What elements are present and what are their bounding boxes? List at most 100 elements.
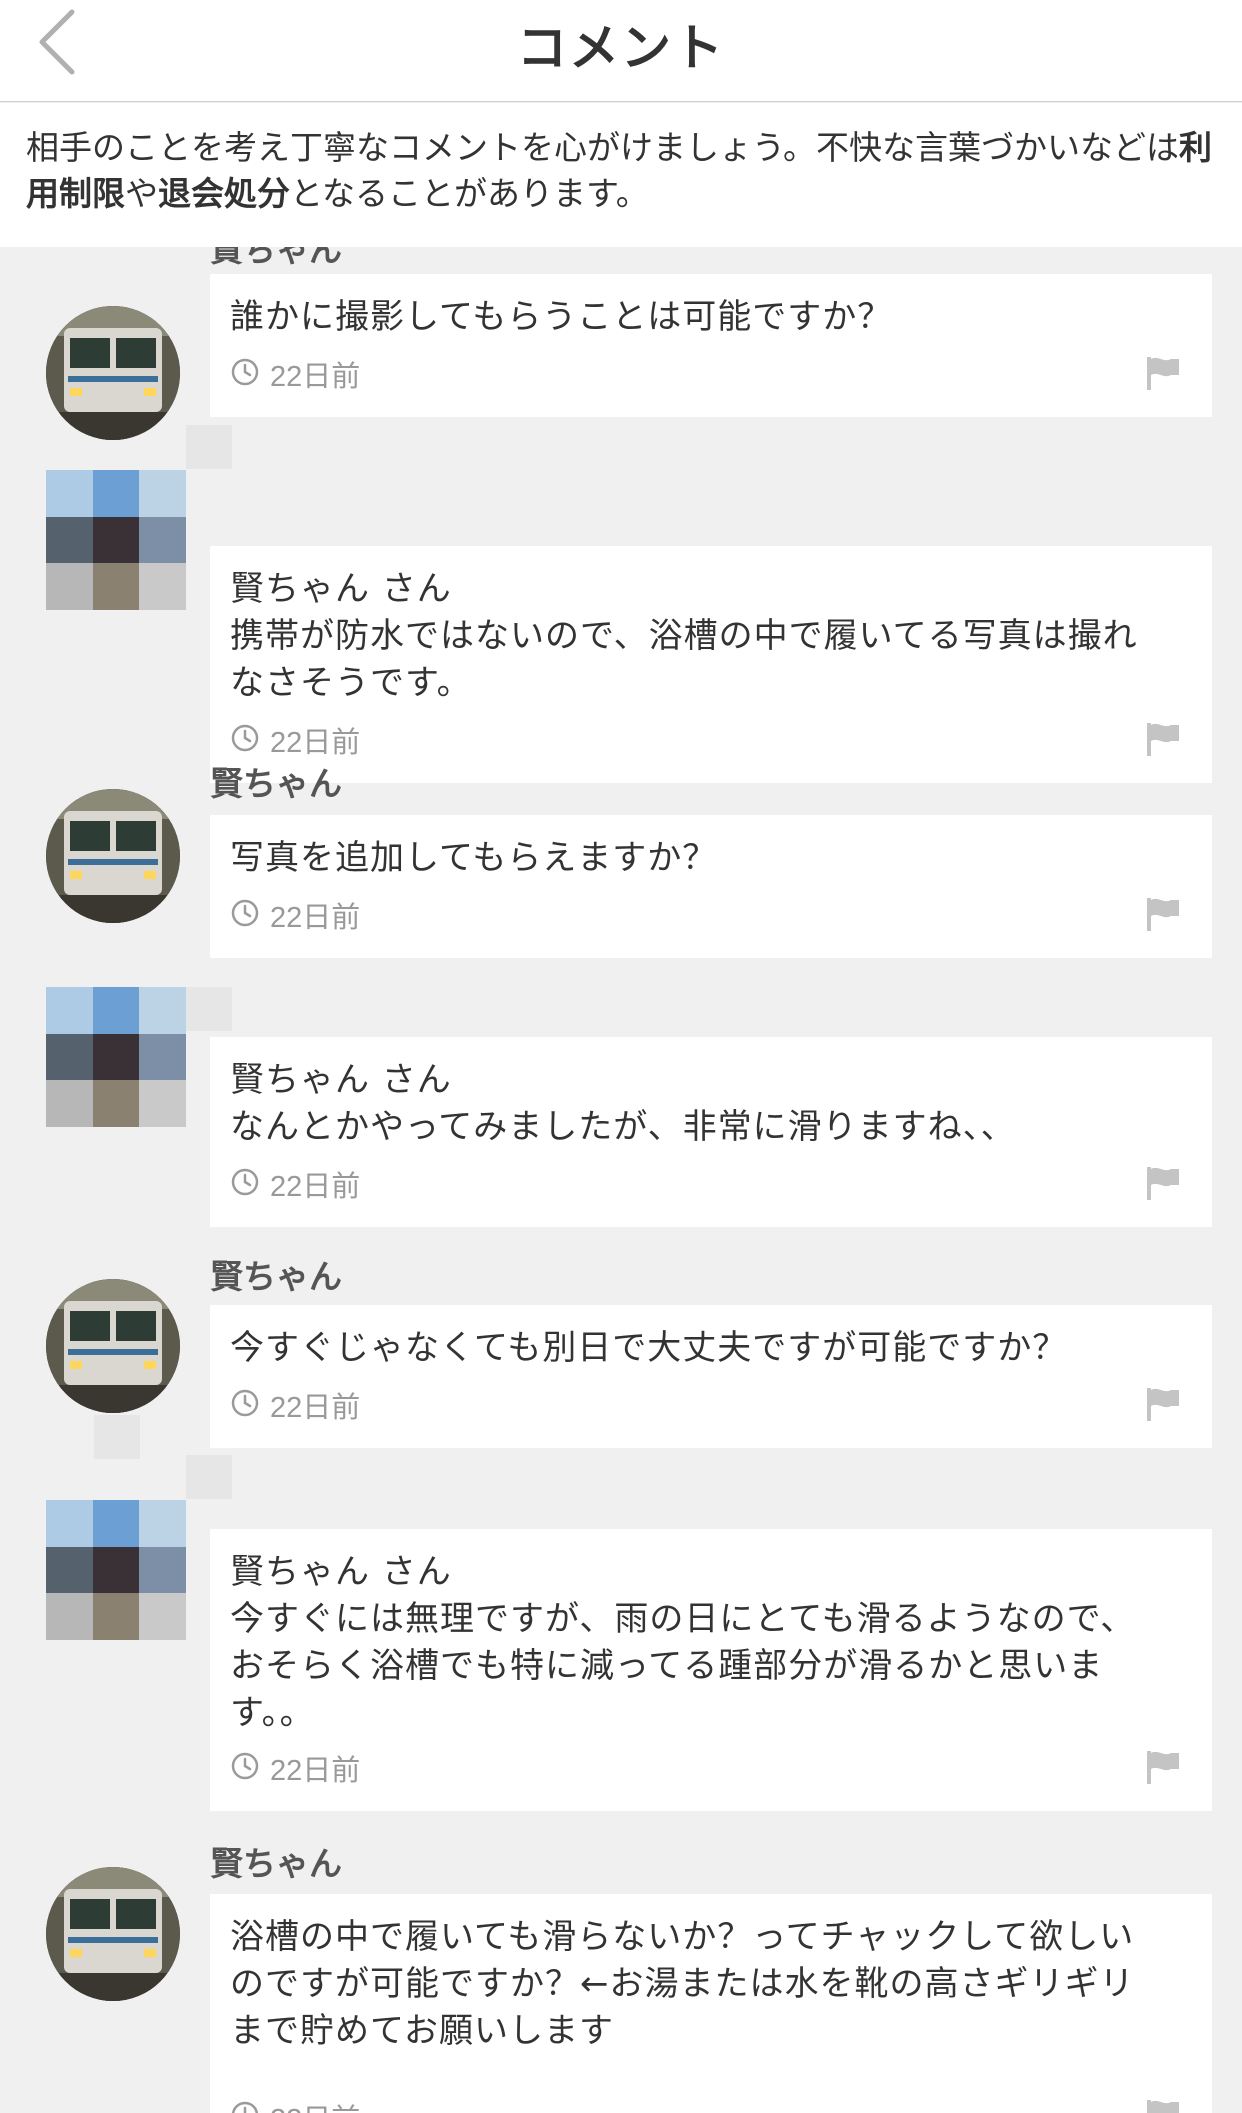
avatar-pixel <box>92 470 140 517</box>
blur-patch <box>186 987 232 1031</box>
comment-text: 賢ちゃん さん なんとかやってみましたが、非常に滑りますね、、 <box>230 1060 1016 1147</box>
comment-item: 賢ちゃん 写真を追加してもらえますか？ 22日前 <box>0 757 1242 997</box>
clock-icon <box>230 357 260 391</box>
blur-patch <box>186 1455 232 1499</box>
flag-icon <box>1147 1388 1179 1421</box>
avatar[interactable] <box>46 1279 180 1413</box>
comment-text: 浴槽の中で履いても滑らないか？ってチャックして欲しい のですが可能ですか？←お湯… <box>230 1917 1135 2051</box>
flag-icon <box>1147 2100 1179 2113</box>
avatar-pixel <box>139 563 186 610</box>
comment-bubble: 誰かに撮影してもらうことは可能ですか？ 22日前 <box>210 274 1212 417</box>
avatar[interactable] <box>46 789 180 923</box>
comment-item: 賢ちゃん さん 今すぐには無理ですが、雨の日にとても滑るようなので、 おそらく浴… <box>0 1455 1242 1811</box>
avatar-pixel <box>92 1593 140 1640</box>
comment-text: 賢ちゃん さん 携帯が防水ではないので、浴槽の中で履いてる写真は撮れ なさそうで… <box>230 569 1138 703</box>
comment-meta: 22日前 <box>230 1384 360 1426</box>
report-flag-button[interactable] <box>1144 1165 1184 1201</box>
comment-author: 賢ちゃん <box>210 247 342 269</box>
comment-thread[interactable]: 賢ちゃん 誰かに撮影してもらうことは可能ですか？ 22日前 賢ちゃん さん 携帯… <box>0 247 1242 2113</box>
clock-icon <box>230 723 260 757</box>
comment-bubble: 浴槽の中で履いても滑らないか？ってチャックして欲しい のですが可能ですか？←お湯… <box>210 1894 1212 2113</box>
avatar[interactable] <box>46 987 186 1127</box>
comment-meta: 22日前 <box>230 894 360 936</box>
avatar-pixel <box>139 987 186 1034</box>
comment-meta: 22日前 <box>230 353 360 395</box>
comment-author: 賢ちゃん <box>210 1844 342 1883</box>
comment-time: 22日前 <box>270 727 361 759</box>
report-flag-button[interactable] <box>1144 2098 1184 2113</box>
comment-item: 賢ちゃん さん 携帯が防水ではないので、浴槽の中で履いてる写真は撮れ なさそうで… <box>0 397 1242 783</box>
comment-time: 22日前 <box>270 1392 361 1424</box>
comment-bubble: 賢ちゃん さん なんとかやってみましたが、非常に滑りますね、、 22日前 <box>210 1037 1212 1227</box>
notice-text-1: 相手のことを考え丁寧なコメントを心がけましょう。不快な言葉づかいなどは <box>26 128 1180 167</box>
nav-bar: コメント <box>0 0 1242 102</box>
comment-meta: 22日前 <box>230 719 360 761</box>
avatar-pixel <box>46 1593 93 1640</box>
comment-text: 写真を追加してもらえますか？ <box>230 838 718 878</box>
notice-text-3: となることがあります。 <box>290 174 649 213</box>
avatar-pixel <box>139 1033 186 1081</box>
comment-text: 今すぐじゃなくても別日で大丈夫ですが可能ですか？ <box>230 1328 1068 1368</box>
avatar-pixel <box>92 1546 140 1594</box>
comment-item: 賢ちゃん さん なんとかやってみましたが、非常に滑りますね、、 22日前 <box>0 987 1242 1287</box>
avatar-pixel <box>92 987 140 1034</box>
comment-author: 賢ちゃん <box>210 1257 342 1296</box>
avatar-pixel <box>46 987 93 1034</box>
notice-bold-withdrawal: 退会処分 <box>158 174 290 213</box>
comment-meta: 22日前 <box>230 1747 360 1789</box>
comment-bubble: 写真を追加してもらえますか？ 22日前 <box>210 815 1212 958</box>
clock-icon <box>230 1388 260 1422</box>
avatar-pixel <box>46 1500 93 1547</box>
clock-icon <box>230 898 260 932</box>
clock-icon <box>230 2100 260 2113</box>
avatar[interactable] <box>46 1867 180 2001</box>
page-title: コメント <box>517 19 725 77</box>
comment-item: 賢ちゃん 浴槽の中で履いても滑らないか？ってチャックして欲しい のですが可能です… <box>0 1837 1242 2113</box>
avatar-pixel <box>92 1033 140 1081</box>
comment-time: 22日前 <box>270 2096 360 2113</box>
avatar-pixel <box>139 1593 186 1640</box>
comment-text: 賢ちゃん さん 今すぐには無理ですが、雨の日にとても滑るようなので、 おそらく浴… <box>230 1552 1136 1733</box>
comment-time: 22日前 <box>270 1171 361 1203</box>
avatar-pixel <box>139 1080 186 1127</box>
avatar[interactable] <box>46 470 186 610</box>
flag-icon <box>1147 723 1179 756</box>
comment-guideline-notice: 相手のことを考え丁寧なコメントを心がけましょう。不快な言葉づかいなどは利用制限や… <box>0 103 1242 247</box>
avatar-pixel <box>92 516 140 564</box>
comment-meta: 22日前 <box>230 2096 360 2113</box>
report-flag-button[interactable] <box>1144 896 1184 932</box>
avatar-pixel <box>46 1033 93 1081</box>
report-flag-button[interactable] <box>1144 721 1184 757</box>
flag-icon <box>1147 898 1179 931</box>
avatar-pixel <box>46 470 93 517</box>
avatar-pixel <box>139 1500 186 1547</box>
avatar-pixel <box>139 470 186 517</box>
avatar-pixel <box>46 563 93 610</box>
clock-icon <box>230 1751 260 1785</box>
comment-bubble: 今すぐじゃなくても別日で大丈夫ですが可能ですか？ 22日前 <box>210 1305 1212 1448</box>
avatar-pixel <box>46 1546 93 1594</box>
comment-time: 22日前 <box>270 902 361 934</box>
blur-patch <box>94 1415 140 1459</box>
avatar-pixel <box>92 1500 140 1547</box>
report-flag-button[interactable] <box>1144 355 1184 391</box>
avatar-pixel <box>92 563 140 610</box>
clock-icon <box>230 1167 260 1201</box>
report-flag-button[interactable] <box>1144 1386 1184 1422</box>
flag-icon <box>1147 357 1179 390</box>
avatar[interactable] <box>46 1500 186 1640</box>
flag-icon <box>1147 1167 1179 1200</box>
comment-meta: 22日前 <box>230 1163 360 1205</box>
avatar-pixel <box>139 516 186 564</box>
report-flag-button[interactable] <box>1144 1749 1184 1785</box>
comment-bubble: 賢ちゃん さん 今すぐには無理ですが、雨の日にとても滑るようなので、 おそらく浴… <box>210 1529 1212 1811</box>
avatar-pixel <box>139 1546 186 1594</box>
avatar-pixel <box>46 1080 93 1127</box>
comment-bubble: 賢ちゃん さん 携帯が防水ではないので、浴槽の中で履いてる写真は撮れ なさそうで… <box>210 546 1212 783</box>
flag-icon <box>1147 1751 1179 1784</box>
avatar-pixel <box>46 516 93 564</box>
comment-time: 22日前 <box>270 361 361 393</box>
avatar-pixel <box>92 1080 140 1127</box>
comment-author: 賢ちゃん <box>210 764 342 803</box>
notice-text-2: や <box>125 174 158 213</box>
